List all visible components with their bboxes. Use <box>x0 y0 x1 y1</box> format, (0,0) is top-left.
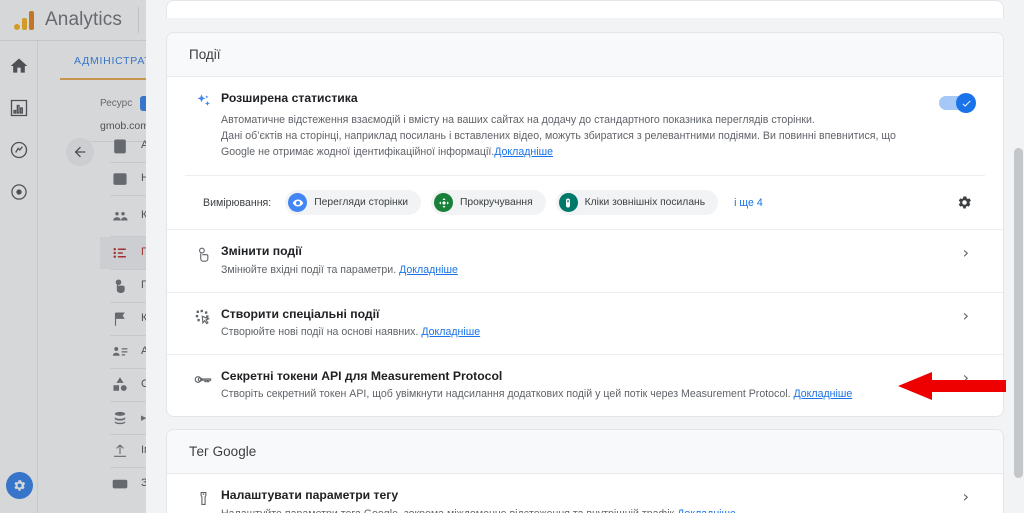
modify-events-icon <box>185 243 221 264</box>
enhanced-measurement-toggle[interactable] <box>939 93 976 113</box>
screen: Analytics Усі облікові записи gmob <box>0 0 1024 513</box>
create-events-right: › <box>959 306 987 324</box>
scrollbar-track[interactable] <box>1013 0 1024 513</box>
learn-more-link[interactable]: Докладніше <box>677 508 736 513</box>
modify-events-body: Змінити події Змінюйте вхідні події та п… <box>221 243 959 278</box>
data-stream-details-sheet: Події Розширена статистика Автоматичне в… <box>146 0 1024 513</box>
previous-card-partial <box>166 0 1004 18</box>
chevron-right-icon[interactable]: › <box>959 489 973 505</box>
create-events-row[interactable]: Створити спеціальні події Створюйте нові… <box>167 293 1003 355</box>
page-view-icon <box>288 193 308 213</box>
scrollbar-thumb[interactable] <box>1014 148 1023 478</box>
events-card-header: Події <box>167 33 1003 77</box>
row-desc: Змінюйте вхідні події та параметри. <box>221 263 397 276</box>
learn-more-link[interactable]: Докладніше <box>793 388 852 400</box>
learn-more-link[interactable]: Докладніше <box>421 326 480 338</box>
enhanced-measurement-body: Розширена статистика Автоматичне відстеж… <box>221 90 939 161</box>
chevron-right-icon[interactable]: › <box>959 307 973 324</box>
chip-outbound-clicks[interactable]: Кліки зовнішніх посилань <box>555 190 719 216</box>
row-title: Змінити події <box>221 244 302 259</box>
configure-tag-settings-right: › <box>959 487 987 505</box>
row-title: Секретні токени API для Measurement Prot… <box>221 368 503 383</box>
create-events-body: Створити спеціальні події Створюйте нові… <box>221 306 959 341</box>
chip-label: Кліки зовнішніх посилань <box>584 197 706 209</box>
chevron-right-icon[interactable]: › <box>959 245 973 261</box>
events-card: Події Розширена статистика Автоматичне в… <box>166 32 1004 418</box>
modify-events-row[interactable]: Змінити події Змінюйте вхідні події та п… <box>167 229 1003 293</box>
measurement-protocol-row[interactable]: Секретні токени API для Measurement Prot… <box>167 355 1003 416</box>
enhanced-measurement-title: Розширена статистика <box>221 91 358 105</box>
check-icon <box>962 100 971 107</box>
measurement-chips-row: Вимірювання: Перегляди сторінки Прокручу… <box>167 176 1003 229</box>
modify-events-right: › <box>959 243 987 261</box>
chip-label: Перегляди сторінки <box>314 197 408 209</box>
row-desc: Налаштуйте параметри тега Google, зокрем… <box>221 508 677 513</box>
enhanced-desc-line-3: Google не отримає жодної ідентифікаційно… <box>221 146 495 159</box>
scroll-icon <box>434 193 453 213</box>
measurement-settings-gear-icon[interactable] <box>956 194 987 211</box>
measurement-protocol-body: Секретні токени API для Measurement Prot… <box>221 368 959 403</box>
row-desc: Створіть секретний токен API, щоб увімкн… <box>221 388 791 401</box>
row-title: Створити спеціальні події <box>221 306 380 321</box>
configure-tag-settings-body: Налаштувати параметри тегу Налаштуйте па… <box>221 487 959 513</box>
enhanced-measurement-right <box>939 90 987 113</box>
learn-more-link[interactable]: Докладніше <box>399 264 458 276</box>
create-events-icon <box>185 306 221 327</box>
measurement-label: Вимірювання: <box>203 196 272 209</box>
google-tag-card-header: Тег Google <box>167 430 1003 475</box>
measurement-more-link[interactable]: і ще 4 <box>734 197 763 209</box>
chip-page-views[interactable]: Перегляди сторінки <box>285 190 421 216</box>
enhanced-desc-line-2: Дані об’єктів на сторінці, наприклад пос… <box>221 130 896 143</box>
learn-more-link[interactable]: Докладніше <box>494 146 553 158</box>
sparkle-icon <box>185 90 221 111</box>
enhanced-measurement-row[interactable]: Розширена статистика Автоматичне відстеж… <box>167 77 1003 167</box>
row-desc: Створюйте нові події на основі наявних. <box>221 325 419 338</box>
toggle-knob <box>956 93 976 113</box>
row-title: Налаштувати параметри тегу <box>221 488 399 503</box>
chevron-right-icon[interactable]: › <box>959 369 973 386</box>
enhanced-desc-line-1: Автоматичне відстеження взаємодій і вміс… <box>221 114 815 127</box>
tag-icon <box>185 487 221 508</box>
google-tag-card: Тег Google Налаштувати параметри тегу На… <box>166 429 1004 513</box>
api-key-icon <box>185 368 221 389</box>
sheet-scroll-area[interactable]: Події Розширена статистика Автоматичне в… <box>146 0 1024 513</box>
measurement-protocol-right: › <box>959 368 987 386</box>
configure-tag-settings-row[interactable]: Налаштувати параметри тегу Налаштуйте па… <box>167 474 1003 513</box>
outbound-click-icon <box>558 193 578 213</box>
chip-label: Прокручування <box>460 197 533 209</box>
chip-scrolls[interactable]: Прокручування <box>431 190 546 216</box>
